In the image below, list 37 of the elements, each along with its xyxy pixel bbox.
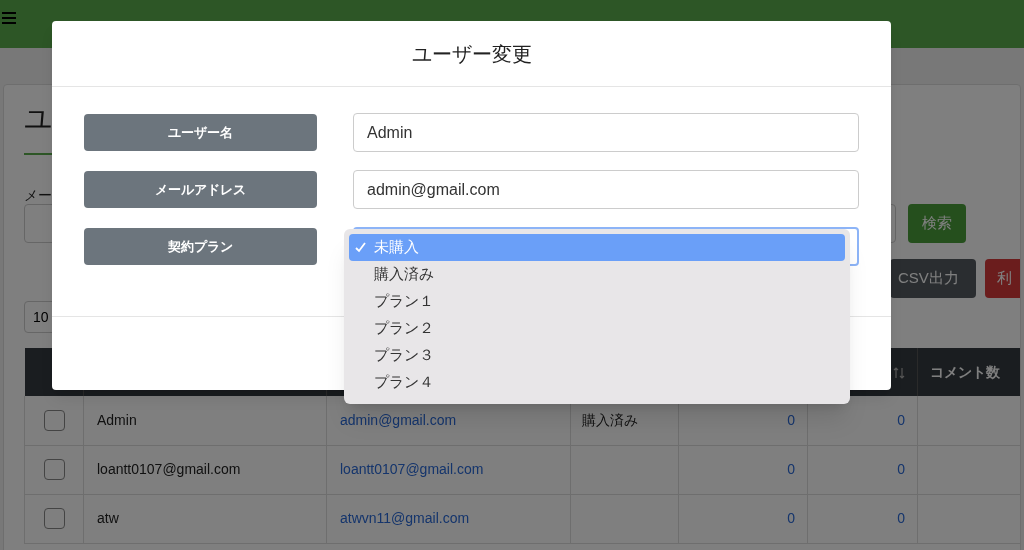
field-label: メールアドレス xyxy=(84,171,317,208)
count-link[interactable]: 0 xyxy=(787,411,795,428)
row-checkbox[interactable] xyxy=(43,508,65,530)
search-button[interactable]: 検索 xyxy=(908,203,966,243)
csv-export-button[interactable]: CSV出力 xyxy=(890,259,976,298)
email-link[interactable]: loantt0107@gmail.com xyxy=(340,461,484,477)
row-checkbox[interactable] xyxy=(43,459,65,481)
dropdown-option[interactable]: プラン１ xyxy=(349,288,845,315)
count-link[interactable]: 0 xyxy=(897,510,905,526)
dropdown-option[interactable]: プラン２ xyxy=(349,315,845,342)
modal-title: ユーザー変更 xyxy=(411,41,532,67)
table-cell: atw xyxy=(97,510,119,526)
table-cell: Admin xyxy=(97,411,137,428)
dropdown-option[interactable]: 未購入 xyxy=(349,234,845,261)
dropdown-option[interactable]: プラン４ xyxy=(349,369,845,396)
count-link[interactable]: 0 xyxy=(897,411,905,428)
column-header[interactable]: コメント数 xyxy=(917,348,1020,396)
count-link[interactable]: 0 xyxy=(787,510,795,526)
sort-icon[interactable] xyxy=(893,366,905,379)
email-link[interactable]: admin@gmail.com xyxy=(340,411,457,428)
filter-label: メー xyxy=(24,187,52,203)
page-title: ユ xyxy=(24,103,53,134)
usage-button[interactable]: 利 xyxy=(985,259,1020,298)
count-link[interactable]: 0 xyxy=(787,461,795,477)
input-field[interactable]: Admin xyxy=(353,113,859,152)
dropdown-option[interactable]: 購入済み xyxy=(349,261,845,288)
row-checkbox[interactable] xyxy=(43,410,65,432)
count-link[interactable]: 0 xyxy=(897,461,905,477)
field-label: ユーザー名 xyxy=(84,114,317,151)
table-cell: loantt0107@gmail.com xyxy=(97,461,241,477)
input-field[interactable]: admin@gmail.com xyxy=(353,170,859,209)
dropdown-option[interactable]: プラン３ xyxy=(349,342,845,369)
table-cell: 購入済み xyxy=(582,411,638,428)
field-label: 契約プラン xyxy=(84,228,317,265)
menu-icon[interactable] xyxy=(2,12,16,24)
check-icon xyxy=(355,242,366,253)
email-link[interactable]: atwvn11@gmail.com xyxy=(340,510,470,526)
